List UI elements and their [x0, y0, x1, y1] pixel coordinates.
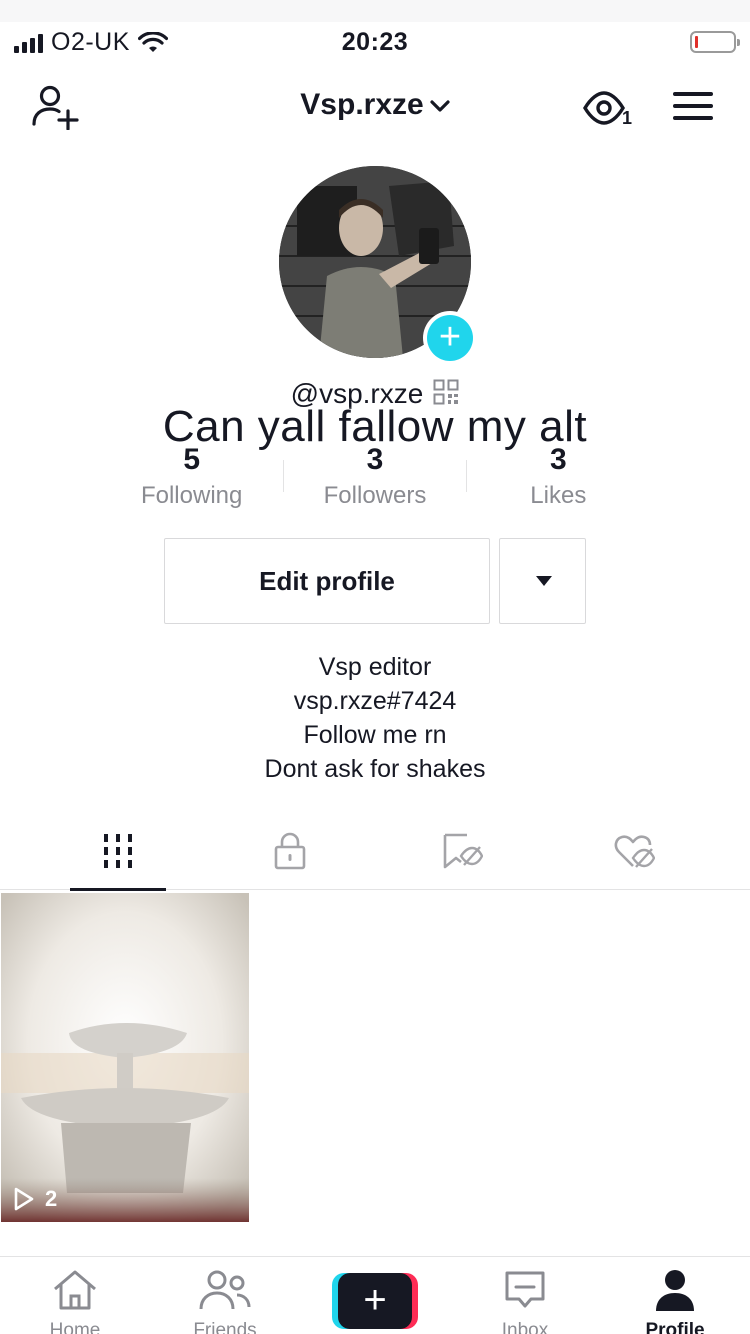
- profile-header: Vsp.rxze 1: [0, 80, 750, 140]
- video-thumbnail-image: [1, 893, 249, 1222]
- stats-row: 5 Following 3 Followers 3 Likes: [100, 442, 650, 512]
- nav-profile[interactable]: Profile: [620, 1269, 730, 1334]
- nav-profile-label: Profile: [645, 1320, 705, 1334]
- bookmark-hidden-icon: [443, 833, 483, 869]
- friends-icon: [199, 1270, 251, 1310]
- clock: 20:23: [341, 28, 409, 56]
- nav-inbox-label: Inbox: [501, 1320, 549, 1334]
- tab-saved[interactable]: [414, 812, 510, 890]
- nav-home[interactable]: Home: [20, 1269, 130, 1334]
- status-top-strip: [0, 0, 750, 22]
- home-icon: [54, 1270, 96, 1310]
- following-count: 5: [183, 443, 200, 476]
- nav-inbox[interactable]: Inbox: [470, 1269, 580, 1334]
- stat-divider: [466, 460, 467, 492]
- username-title: Vsp.rxze: [300, 88, 424, 121]
- video-thumbnail[interactable]: 2: [1, 893, 249, 1222]
- bio-line: Follow me rn: [303, 721, 447, 749]
- likes-label: Likes: [530, 482, 587, 509]
- plus-icon: +: [427, 315, 473, 361]
- chevron-down-icon: [430, 100, 450, 112]
- tab-private[interactable]: [242, 812, 338, 890]
- stat-followers[interactable]: 3 Followers: [283, 442, 466, 512]
- nav-friends[interactable]: Friends: [170, 1269, 280, 1334]
- tab-videos[interactable]: [70, 812, 166, 891]
- videos-grid-icon: [104, 834, 132, 868]
- stat-following[interactable]: 5 Following: [100, 442, 283, 512]
- profile-icon: [656, 1270, 694, 1311]
- edit-profile-button[interactable]: Edit profile: [164, 538, 490, 624]
- play-count-value: 2: [45, 1186, 58, 1211]
- bio-line: Dont ask for shakes: [264, 755, 486, 783]
- plus-icon: +: [338, 1273, 412, 1329]
- followers-count: 3: [366, 443, 384, 476]
- inbox-icon: [505, 1271, 545, 1308]
- stat-divider: [283, 460, 284, 492]
- likes-count: 3: [549, 443, 567, 476]
- content-tabs: [0, 812, 750, 891]
- status-bar: O2-UK 20:23: [0, 0, 750, 80]
- bio-line: vsp.rxze#7424: [293, 687, 457, 715]
- hamburger-menu-icon[interactable]: [673, 92, 713, 120]
- create-post-button[interactable]: +: [332, 1273, 418, 1329]
- followers-label: Followers: [323, 482, 427, 509]
- stat-likes[interactable]: 3 Likes: [467, 442, 650, 512]
- more-options-dropdown-button[interactable]: [499, 538, 586, 624]
- following-label: Following: [140, 482, 243, 509]
- battery-icon: [690, 31, 740, 53]
- play-count: 2: [13, 1186, 57, 1212]
- bottom-nav: Home Friends + Inbox Profile: [0, 1256, 750, 1334]
- add-avatar-button[interactable]: +: [423, 311, 477, 365]
- tab-liked[interactable]: [586, 812, 682, 890]
- caret-down-icon: [536, 576, 552, 586]
- views-count: 1: [622, 108, 633, 128]
- play-icon: [14, 1187, 34, 1211]
- bio-line: Vsp editor: [318, 653, 432, 681]
- nav-home-label: Home: [49, 1320, 101, 1334]
- bio: Vsp editor vsp.rxze#7424 Follow me rn Do…: [0, 650, 750, 786]
- lock-icon: [274, 832, 306, 870]
- heart-hidden-icon: [614, 835, 655, 868]
- nav-friends-label: Friends: [193, 1320, 257, 1334]
